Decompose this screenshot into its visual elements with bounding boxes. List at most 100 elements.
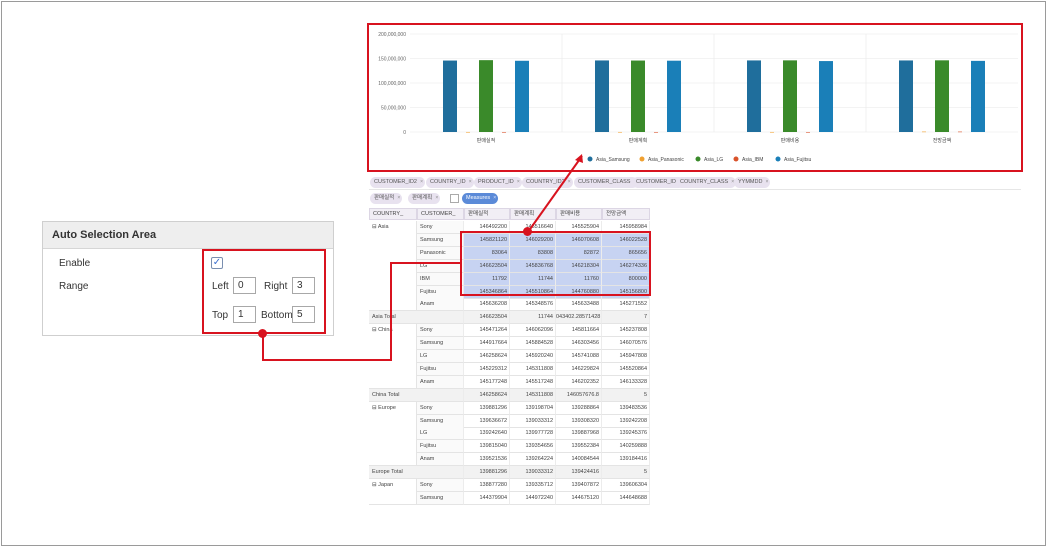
value-cell[interactable]: 144917664 (464, 337, 510, 351)
customer-cell[interactable]: Sony (417, 221, 464, 234)
column-header[interactable]: COUNTRY_ (369, 208, 417, 220)
value-cell[interactable]: 139184416 (602, 453, 650, 467)
value-cell[interactable]: 145271552 (602, 298, 650, 312)
value-cell[interactable]: 146070576 (602, 337, 650, 351)
value-cell[interactable]: 139264224 (510, 453, 556, 467)
customer-cell[interactable]: Anam (417, 453, 464, 467)
customer-cell[interactable]: Samsung (417, 491, 464, 505)
value-cell[interactable]: 139354656 (510, 440, 556, 454)
value-cell[interactable]: 139245376 (602, 427, 650, 441)
customer-cell[interactable]: Sony (417, 401, 464, 415)
total-value[interactable]: 139881296 (464, 466, 510, 480)
value-cell[interactable]: 145884528 (510, 337, 556, 351)
value-cell[interactable]: 145920240 (510, 350, 556, 363)
customer-cell[interactable]: Fujitsu (417, 440, 464, 454)
value-cell[interactable]: 144648688 (602, 491, 650, 505)
total-value[interactable]: 145311808 (510, 388, 556, 402)
column-header[interactable]: CUSTOMER_ (417, 208, 464, 220)
value-cell[interactable]: 139606304 (602, 479, 650, 492)
value-cell[interactable]: 146229824 (556, 362, 602, 376)
value-cell[interactable]: 139977728 (510, 427, 556, 441)
value-cell[interactable]: 145237808 (602, 324, 650, 338)
customer-cell[interactable]: Anam (417, 375, 464, 389)
total-value[interactable]: 043402.28571428 (556, 311, 602, 325)
value-cell[interactable]: 138877280 (464, 479, 510, 492)
customer-cell[interactable]: Panasonic (417, 246, 464, 260)
customer-cell[interactable]: LG (417, 427, 464, 441)
value-cell[interactable]: 146133328 (602, 375, 650, 389)
grid-toggle-icon[interactable] (450, 194, 459, 203)
value-cell[interactable]: 139881296 (464, 401, 510, 415)
value-cell[interactable]: 139887968 (556, 427, 602, 441)
value-cell[interactable]: 140259888 (602, 440, 650, 454)
total-value[interactable]: 5 (602, 466, 650, 480)
customer-cell[interactable]: Samsung (417, 414, 464, 428)
customer-cell[interactable]: Fujitsu (417, 285, 464, 299)
customer-cell[interactable]: IBM (417, 272, 464, 286)
measure-chip[interactable]: 판매계획 (408, 193, 441, 204)
region-cell[interactable]: ⊟ Asia (369, 221, 417, 312)
total-value[interactable]: 146258624 (464, 388, 510, 402)
column-header[interactable]: 전망금액 (602, 208, 650, 220)
value-cell[interactable]: 139335712 (510, 479, 556, 492)
value-cell[interactable]: 144972240 (510, 491, 556, 505)
total-value[interactable]: 139033312 (510, 466, 556, 480)
total-label[interactable]: Asia Total (369, 311, 464, 325)
column-header[interactable]: 판매실적 (464, 208, 510, 220)
value-cell[interactable]: 145947808 (602, 350, 650, 363)
value-cell[interactable]: 146202352 (556, 375, 602, 389)
measure-chip[interactable]: 판매실적 (370, 193, 403, 204)
value-cell[interactable]: 146062096 (510, 324, 556, 338)
value-cell[interactable]: 146303456 (556, 337, 602, 351)
customer-cell[interactable]: Samsung (417, 337, 464, 351)
value-cell[interactable]: 139521536 (464, 453, 510, 467)
value-cell[interactable]: 139636672 (464, 414, 510, 428)
value-cell[interactable]: 139815040 (464, 440, 510, 454)
customer-cell[interactable]: Fujitsu (417, 362, 464, 376)
field-chip[interactable]: YYMMDD (734, 177, 771, 188)
value-cell[interactable]: 145520864 (602, 362, 650, 376)
value-cell[interactable]: 145229312 (464, 362, 510, 376)
value-cell[interactable]: 145177248 (464, 375, 510, 389)
total-value[interactable]: 139424416 (556, 466, 602, 480)
value-cell[interactable]: 140084544 (556, 453, 602, 467)
value-cell[interactable]: 145633488 (556, 298, 602, 312)
measures-button[interactable]: Measures (462, 193, 499, 204)
customer-cell[interactable]: Sony (417, 479, 464, 492)
value-cell[interactable]: 144379904 (464, 491, 510, 505)
field-chip[interactable]: CUSTOMER_ID2 (370, 177, 425, 188)
value-cell[interactable]: 145471264 (464, 324, 510, 338)
value-cell[interactable]: 139198704 (510, 401, 556, 415)
total-value[interactable]: 146057676.8 (556, 388, 602, 402)
value-cell[interactable]: 139033312 (510, 414, 556, 428)
value-cell[interactable]: 139308320 (556, 414, 602, 428)
customer-cell[interactable]: Anam (417, 298, 464, 312)
total-label[interactable]: China Total (369, 388, 464, 402)
value-cell[interactable]: 145348576 (510, 298, 556, 312)
field-chip[interactable]: COUNTRY_CLASS (676, 177, 737, 188)
field-chip[interactable]: COUNTRY_ID (426, 177, 474, 188)
value-cell[interactable]: 139552384 (556, 440, 602, 454)
total-value[interactable]: 146623504 (464, 311, 510, 325)
value-cell[interactable]: 139242640 (464, 427, 510, 441)
value-cell[interactable]: 145636208 (464, 298, 510, 312)
value-cell[interactable]: 139288864 (556, 401, 602, 415)
region-cell[interactable]: ⊟ Japan (369, 479, 417, 505)
value-cell[interactable]: 146258624 (464, 350, 510, 363)
value-cell[interactable]: 139407872 (556, 479, 602, 492)
total-value[interactable]: 5 (602, 388, 650, 402)
field-chip[interactable]: PRODUCT_ID (474, 177, 522, 188)
value-cell[interactable]: 139242208 (602, 414, 650, 428)
total-label[interactable]: Europe Total (369, 466, 464, 480)
total-value[interactable]: 7 (602, 311, 650, 325)
region-cell[interactable]: ⊟ Europe (369, 401, 417, 467)
value-cell[interactable]: 139483536 (602, 401, 650, 415)
customer-cell[interactable]: Sony (417, 324, 464, 338)
value-cell[interactable]: 145741088 (556, 350, 602, 363)
region-cell[interactable]: ⊟ China (369, 324, 417, 389)
customer-cell[interactable]: LG (417, 350, 464, 363)
value-cell[interactable]: 145311808 (510, 362, 556, 376)
value-cell[interactable]: 144675120 (556, 491, 602, 505)
total-value[interactable]: 11744 (510, 311, 556, 325)
value-cell[interactable]: 145811664 (556, 324, 602, 338)
